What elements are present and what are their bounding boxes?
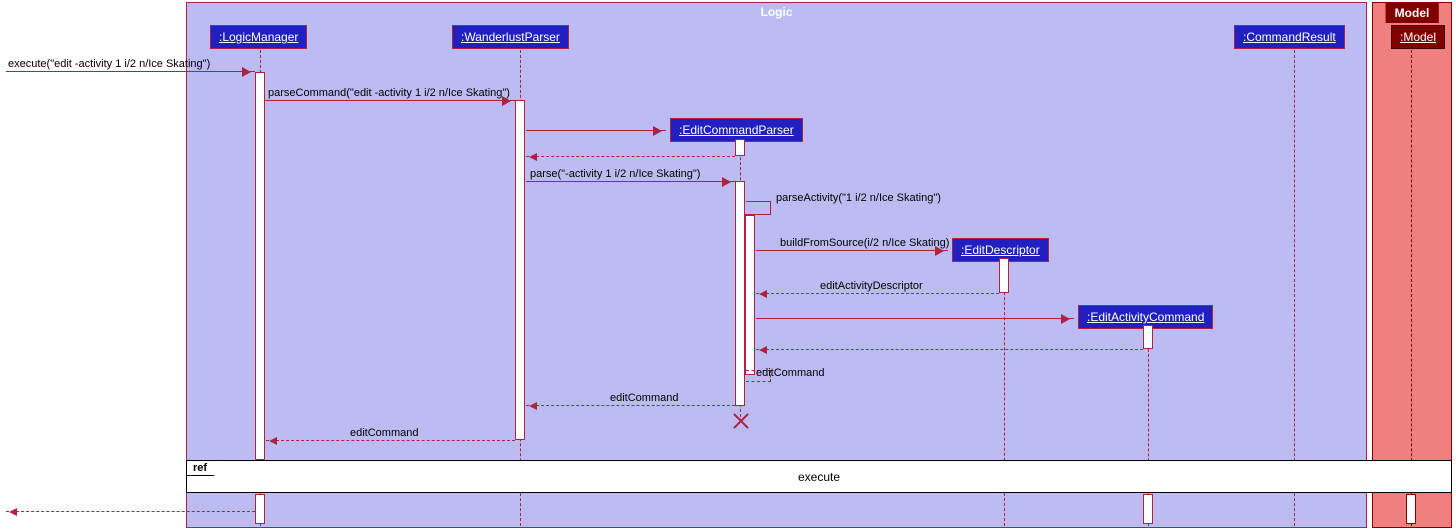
ref-frame: ref execute xyxy=(186,460,1452,493)
msg-parse-command xyxy=(265,100,515,101)
sequence-diagram: Logic Model :LogicManager :WanderlustPar… xyxy=(0,0,1456,531)
activation-edit-command-parser-2 xyxy=(735,181,745,406)
msg-create-eac-return xyxy=(756,349,1143,350)
msg-parse xyxy=(526,181,735,182)
activation-logic-manager xyxy=(255,72,265,460)
activation-edit-command-parser-1 xyxy=(735,139,745,156)
msg-execute-in xyxy=(6,71,255,72)
participant-command-result: :CommandResult xyxy=(1234,25,1345,49)
activation-edit-command-parser-3 xyxy=(745,215,755,375)
msg-edit-command-3 xyxy=(266,440,515,441)
msg-final-return xyxy=(6,511,255,512)
participant-model: :Model xyxy=(1391,25,1445,49)
activation-wanderlust-parser xyxy=(515,100,525,440)
msg-edit-command-3-label: editCommand xyxy=(350,427,418,439)
lifeline-model xyxy=(1411,50,1412,526)
msg-parse-label: parse("-activity 1 i/2 n/Ice Skating") xyxy=(530,168,700,180)
frame-logic: Logic xyxy=(186,2,1367,528)
msg-create-ecp-return xyxy=(526,156,735,157)
participant-wanderlust-parser: :WanderlustParser xyxy=(452,25,569,49)
msg-create-ecp xyxy=(526,130,666,131)
destroy-edit-command-parser xyxy=(732,413,748,429)
msg-edit-command-2 xyxy=(526,405,735,406)
msg-build-from-source xyxy=(756,250,948,251)
lifeline-command-result xyxy=(1294,50,1295,526)
activation-logic-manager-2 xyxy=(255,494,265,524)
activation-model xyxy=(1406,494,1416,524)
msg-edit-activity-descriptor xyxy=(756,293,999,294)
msg-parse-activity-label: parseActivity("1 i/2 n/Ice Skating") xyxy=(776,192,941,204)
participant-logic-manager: :LogicManager xyxy=(210,25,307,49)
frame-model-label: Model xyxy=(1386,3,1439,23)
ref-tab: ref xyxy=(186,460,219,476)
msg-parse-command-label: parseCommand("edit -activity 1 i/2 n/Ice… xyxy=(268,87,510,99)
msg-create-eac xyxy=(756,318,1074,319)
activation-edit-descriptor xyxy=(999,258,1009,293)
msg-edit-command-1-label: editCommand xyxy=(756,367,824,379)
msg-execute-in-label: execute("edit -activity 1 i/2 n/Ice Skat… xyxy=(8,58,210,70)
msg-edit-command-2-label: editCommand xyxy=(610,392,678,404)
activation-edit-activity-command xyxy=(1143,325,1153,349)
msg-parse-activity-self xyxy=(746,201,771,215)
frame-logic-label: Logic xyxy=(753,3,801,21)
ref-text: execute xyxy=(798,470,840,484)
frame-model: Model xyxy=(1372,2,1452,528)
activation-edit-activity-command-2 xyxy=(1143,494,1153,524)
msg-edit-activity-descriptor-label: editActivityDescriptor xyxy=(820,280,923,292)
msg-build-from-source-label: buildFromSource(i/2 n/Ice Skating) xyxy=(780,237,949,249)
